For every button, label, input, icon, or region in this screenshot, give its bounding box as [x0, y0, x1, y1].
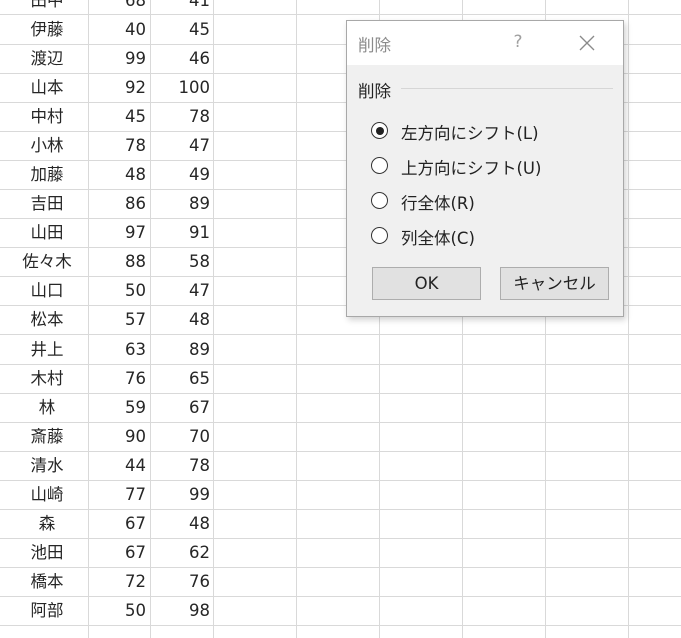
score-a-cell[interactable]: 45 [89, 102, 146, 131]
option-label[interactable]: 上方向にシフト(U) [401, 155, 541, 179]
score-a-cell[interactable]: 57 [89, 305, 146, 334]
option-label[interactable]: 行全体(R) [401, 190, 475, 214]
name-cell[interactable]: 清水 [0, 451, 94, 480]
option-label[interactable]: 列全体(C) [401, 225, 475, 249]
score-a-cell[interactable]: 97 [89, 218, 146, 247]
score-a-cell[interactable]: 50 [89, 596, 146, 625]
column-divider [628, 0, 629, 638]
score-b-cell[interactable]: 45 [151, 15, 210, 44]
score-b-cell[interactable]: 58 [151, 247, 210, 276]
option-label[interactable]: 左方向にシフト(L) [401, 120, 539, 144]
group-divider [401, 88, 613, 89]
name-cell[interactable]: 斎藤 [0, 422, 94, 451]
name-cell[interactable]: 山田 [0, 218, 94, 247]
option-shift-left[interactable]: 左方向にシフト(L) [371, 119, 611, 145]
name-cell[interactable]: 林 [0, 393, 94, 422]
score-b-cell[interactable]: 70 [151, 422, 210, 451]
name-cell[interactable]: 伊藤 [0, 15, 94, 44]
delete-dialog: 削除 ? 削除 左方向にシフト(L) 上方向にシフト(U) 行全体(R) 列全体… [346, 20, 624, 317]
score-b-cell[interactable]: 89 [151, 335, 210, 364]
score-a-cell[interactable]: 90 [89, 422, 146, 451]
option-entire-row[interactable]: 行全体(R) [371, 189, 611, 215]
score-a-cell[interactable]: 76 [89, 364, 146, 393]
score-b-cell[interactable]: 91 [151, 218, 210, 247]
radio-button[interactable] [371, 122, 388, 139]
score-a-cell[interactable]: 50 [89, 276, 146, 305]
score-b-cell[interactable]: 49 [151, 160, 210, 189]
name-cell[interactable]: 加藤 [0, 160, 94, 189]
score-a-cell[interactable]: 72 [89, 567, 146, 596]
name-cell[interactable]: 佐々木 [0, 247, 94, 276]
score-b-cell[interactable]: 41 [151, 0, 210, 15]
score-b-cell[interactable]: 78 [151, 102, 210, 131]
name-cell[interactable]: 山崎 [0, 480, 94, 509]
score-b-cell[interactable]: 99 [151, 480, 210, 509]
name-cell[interactable]: 阿部 [0, 596, 94, 625]
radio-button[interactable] [371, 157, 388, 174]
score-b-cell[interactable]: 89 [151, 189, 210, 218]
dialog-titlebar[interactable]: 削除 ? [347, 21, 623, 65]
group-label: 削除 [358, 82, 391, 101]
score-b-cell[interactable]: 47 [151, 131, 210, 160]
name-cell[interactable]: 田中 [0, 0, 94, 15]
score-b-cell[interactable]: 65 [151, 364, 210, 393]
score-a-cell[interactable]: 78 [89, 131, 146, 160]
name-cell[interactable]: 木村 [0, 364, 94, 393]
score-b-cell[interactable]: 78 [151, 451, 210, 480]
score-a-cell[interactable]: 63 [89, 335, 146, 364]
score-a-cell[interactable]: 44 [89, 451, 146, 480]
name-cell[interactable]: 森 [0, 509, 94, 538]
score-a-cell[interactable]: 40 [89, 15, 146, 44]
score-b-cell[interactable]: 62 [151, 538, 210, 567]
column-divider [213, 0, 214, 638]
option-entire-column[interactable]: 列全体(C) [371, 224, 611, 250]
score-a-cell[interactable]: 67 [89, 509, 146, 538]
close-icon[interactable] [575, 31, 599, 55]
radio-button[interactable] [371, 192, 388, 209]
score-a-cell[interactable]: 59 [89, 393, 146, 422]
radio-button[interactable] [371, 227, 388, 244]
score-b-cell[interactable]: 76 [151, 567, 210, 596]
name-cell[interactable]: 小林 [0, 131, 94, 160]
row-divider [0, 625, 681, 626]
name-cell[interactable]: 山本 [0, 73, 94, 102]
score-b-cell[interactable]: 100 [151, 73, 211, 102]
score-a-cell[interactable]: 67 [89, 538, 146, 567]
name-cell[interactable]: 渡辺 [0, 44, 94, 73]
name-cell[interactable]: 山口 [0, 276, 94, 305]
name-cell[interactable]: 松本 [0, 305, 94, 334]
name-cell[interactable]: 橋本 [0, 567, 94, 596]
ok-button[interactable]: OK [372, 267, 481, 300]
score-a-cell[interactable]: 99 [89, 44, 146, 73]
score-b-cell[interactable]: 48 [151, 305, 210, 334]
name-cell[interactable]: 中村 [0, 102, 94, 131]
score-b-cell[interactable]: 47 [151, 276, 210, 305]
score-a-cell[interactable]: 77 [89, 480, 146, 509]
column-divider [296, 0, 297, 638]
score-a-cell[interactable]: 86 [89, 189, 146, 218]
option-shift-up[interactable]: 上方向にシフト(U) [371, 154, 611, 180]
score-b-cell[interactable]: 48 [151, 509, 210, 538]
name-cell[interactable]: 井上 [0, 335, 94, 364]
name-cell[interactable]: 池田 [0, 538, 94, 567]
dialog-title: 削除 [358, 36, 391, 55]
score-b-cell[interactable]: 46 [151, 44, 210, 73]
score-a-cell[interactable]: 92 [89, 73, 146, 102]
cancel-button[interactable]: キャンセル [500, 267, 609, 300]
score-b-cell[interactable]: 98 [151, 596, 210, 625]
score-b-cell[interactable]: 67 [151, 393, 210, 422]
name-cell[interactable]: 吉田 [0, 189, 94, 218]
score-a-cell[interactable]: 88 [89, 247, 146, 276]
help-button[interactable]: ? [507, 30, 529, 54]
score-a-cell[interactable]: 48 [89, 160, 146, 189]
score-a-cell[interactable]: 68 [89, 0, 146, 15]
